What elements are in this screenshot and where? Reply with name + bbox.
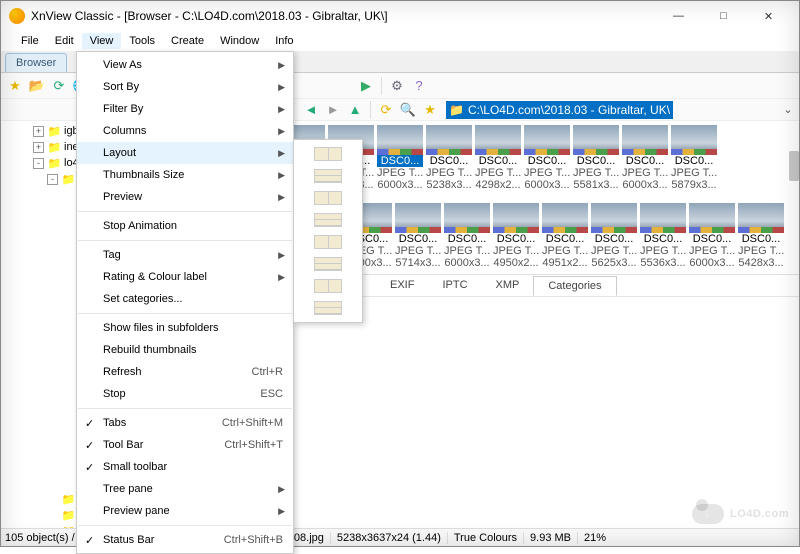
menu-item[interactable]: Rebuild thumbnails [77,339,293,361]
menu-item[interactable]: ✓Small toolbar [77,456,293,478]
thumbnail[interactable]: DSC0...JPEG T...5581x3... [573,125,619,191]
menu-item[interactable]: Layout▶ [77,142,293,164]
layout-option[interactable] [297,187,359,209]
menu-item[interactable]: Set categories... [77,288,293,310]
detail-tab-exif[interactable]: EXIF [376,276,428,294]
watermark-text: LO4D.com [730,508,789,520]
thumbnail[interactable]: DSC0...JPEG T...6000x3... [689,203,735,269]
thumbnail[interactable]: DSC0...JPEG T...5714x3... [395,203,441,269]
nav-star-icon[interactable]: ★ [420,100,440,120]
menu-item[interactable]: ✓TabsCtrl+Shift+M [77,412,293,434]
download-cloud-icon [692,504,724,524]
layout-option[interactable] [297,275,359,297]
thumbnail[interactable]: DSC0...JPEG T...6000x3... [622,125,668,191]
layout-option[interactable] [297,165,359,187]
menu-tools[interactable]: Tools [121,33,163,49]
menu-item[interactable]: ✓Tool BarCtrl+Shift+T [77,434,293,456]
nav-reload-icon[interactable]: ⟳ [376,100,396,120]
thumbnail[interactable]: DSC0...JPEG T...5428x3... [738,203,784,269]
thumbnail[interactable]: DSC0...JPEG T...6000x3... [444,203,490,269]
address-path[interactable]: C:\LO4D.com\2018.03 - Gibraltar, UK\ [446,101,673,119]
thumbnail[interactable]: DSC0...JPEG T...4951x2... [542,203,588,269]
maximize-button[interactable]: □ [701,1,746,31]
nav-fwd-icon[interactable]: ► [323,100,343,120]
nav-up-icon[interactable]: ▲ [345,100,365,120]
status-dims: 5238x3637x24 (1.44) [337,532,448,544]
menu-item[interactable]: Sort By▶ [77,76,293,98]
thumbnail[interactable]: DSC0...JPEG T...5536x3... [640,203,686,269]
menu-create[interactable]: Create [163,33,212,49]
tb-run-icon[interactable]: ▶ [356,76,376,96]
thumbnail[interactable]: DSC0...JPEG T...5238x3... [426,125,472,191]
tb-fav-icon[interactable]: ★ [5,76,25,96]
detail-tab-xmp[interactable]: XMP [482,276,534,294]
tb-gear-icon[interactable]: ⚙ [387,76,407,96]
status-zoom: 21% [584,532,606,544]
menu-item[interactable]: Tag▶ [77,244,293,266]
app-icon [9,8,25,24]
menu-view[interactable]: View [82,33,122,49]
menu-info[interactable]: Info [267,33,301,49]
menu-file[interactable]: File [13,33,47,49]
thumbnail[interactable]: DSC0...JPEG T...4950x2... [493,203,539,269]
menu-item[interactable]: Show files in subfolders [77,317,293,339]
menu-item[interactable]: Preview pane▶ [77,500,293,522]
address-bar[interactable]: C:\LO4D.com\2018.03 - Gibraltar, UK\ ⌄ [446,101,795,119]
menubar: FileEditViewToolsCreateWindowInfo [1,31,799,51]
menu-edit[interactable]: Edit [47,33,82,49]
window-title: XnView Classic - [Browser - C:\LO4D.com\… [31,9,656,23]
thumbnail[interactable]: DSC0...JPEG T...6000x3... [377,125,423,191]
menu-item[interactable]: RefreshCtrl+R [77,361,293,383]
tb-refresh-icon[interactable]: ⟳ [49,76,69,96]
nav-search-icon[interactable]: 🔍 [398,100,418,120]
tb-open-icon[interactable]: 📂 [27,76,47,96]
view-menu[interactable]: View As▶Sort By▶Filter By▶Columns▶Layout… [76,51,294,554]
menu-item[interactable]: Tree pane▶ [77,478,293,500]
thumbnail[interactable]: DSC0...JPEG T...5879x3... [671,125,717,191]
layout-option[interactable] [297,297,359,319]
titlebar: XnView Classic - [Browser - C:\LO4D.com\… [1,1,799,31]
menu-item[interactable]: Preview▶ [77,186,293,208]
menu-item[interactable]: StopESC [77,383,293,405]
thumbnail[interactable]: DSC0...JPEG T...4298x2... [475,125,521,191]
minimize-button[interactable]: — [656,1,701,31]
close-button[interactable]: ✕ [746,1,791,31]
menu-item[interactable]: View As▶ [77,54,293,76]
thumbnail[interactable]: DSC0...JPEG T...5625x3... [591,203,637,269]
menu-window[interactable]: Window [212,33,267,49]
layout-option[interactable] [297,209,359,231]
menu-item[interactable]: Thumbnails Size▶ [77,164,293,186]
menu-item[interactable]: Columns▶ [77,120,293,142]
layout-submenu[interactable] [293,139,363,323]
detail-tab-iptc[interactable]: IPTC [428,276,481,294]
watermark: LO4D.com [692,504,789,524]
scrollbar-thumb[interactable] [789,151,799,181]
status-filesize: 9.93 MB [530,532,578,544]
address-dropdown-icon[interactable]: ⌄ [781,103,795,116]
layout-option[interactable] [297,231,359,253]
layout-option[interactable] [297,143,359,165]
menu-item[interactable]: ✓Status BarCtrl+Shift+B [77,529,293,551]
menu-item[interactable]: Stop Animation [77,215,293,237]
nav-back-icon[interactable]: ◄ [301,100,321,120]
detail-tab-categories[interactable]: Categories [533,276,616,296]
thumbnail[interactable]: DSC0...JPEG T...6000x3... [524,125,570,191]
status-colors: True Colours [454,532,524,544]
menu-item[interactable]: Filter By▶ [77,98,293,120]
layout-option[interactable] [297,253,359,275]
tb-help-icon[interactable]: ? [409,76,429,96]
browser-tab[interactable]: Browser [5,53,67,72]
menu-item[interactable]: Rating & Colour label▶ [77,266,293,288]
